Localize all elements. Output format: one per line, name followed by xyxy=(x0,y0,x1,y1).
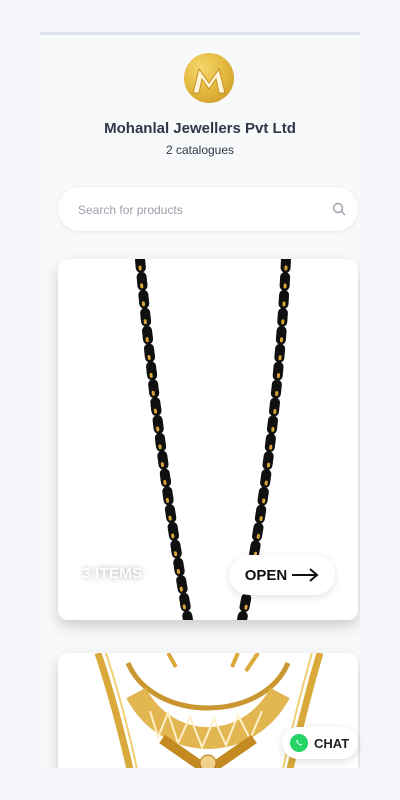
catalog-card[interactable]: 3 ITEMS OPEN xyxy=(58,259,358,620)
chat-button[interactable]: CHAT xyxy=(282,727,358,759)
whatsapp-icon xyxy=(290,734,308,752)
chat-label: CHAT xyxy=(314,735,350,751)
open-label: OPEN xyxy=(244,566,288,584)
search-bar[interactable] xyxy=(58,187,358,233)
search-icon[interactable] xyxy=(332,202,346,221)
company-name: Mohanlal Jewellers Pvt Ltd xyxy=(104,120,296,137)
catalog-item-count: 3 ITEMS xyxy=(82,565,143,582)
arrow-right-icon xyxy=(292,568,319,582)
catalog-count: 2 catalogues xyxy=(165,143,235,157)
mohanlal-logo-icon xyxy=(184,53,234,103)
open-catalog-button[interactable]: OPEN xyxy=(229,555,335,595)
search-input[interactable] xyxy=(76,187,320,233)
app-frame: Mohanlal Jewellers Pvt Ltd 2 catalogues xyxy=(40,32,360,768)
